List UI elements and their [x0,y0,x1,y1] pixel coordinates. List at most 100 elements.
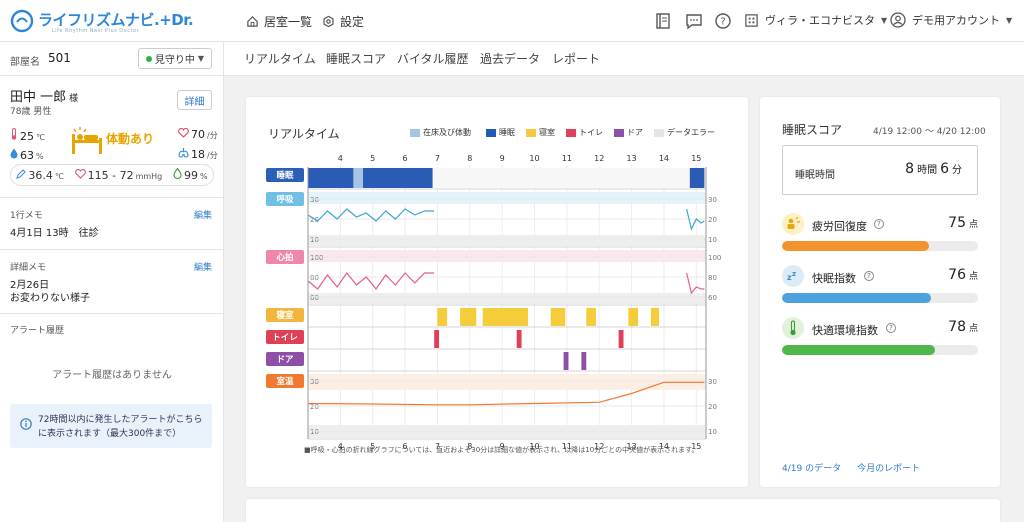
tab-sleep-score[interactable]: 睡眠スコア [326,50,386,67]
legend-bedroom-swatch [526,128,536,137]
door-bar [581,352,587,370]
score-environment: 快適環境指数 ? 78 点 [782,317,978,359]
link-day-data[interactable]: 4/19 のデータ [782,461,841,474]
respiration-band [308,235,706,246]
heart-rate-y-tick-right: 80 [708,274,717,282]
score-fatigue-value: 75 点 [948,215,978,231]
x-tick-top: 4 [338,154,343,163]
detail-memo-edit-link[interactable]: 編集 [194,260,212,273]
toilet-bar [434,330,440,348]
respiration-rate-value: 18 [191,148,205,161]
chat-icon[interactable] [685,12,703,30]
legend-toilet-swatch [566,128,576,137]
resident-sidebar: 部屋名 501 見守り中 ▼ 田中 一郎様 78歳 男性 詳細 25℃ 63% [0,42,224,522]
nav-settings-label: 設定 [340,15,365,29]
app-logo[interactable]: ライフリズムナビ.+Dr. Life Rhythm Navi Plus Doct… [10,7,194,37]
watch-status-label: 見守り中 [154,55,195,66]
respiration-rate: 18/分 [178,148,218,161]
spo2: 99% [173,168,208,182]
bedroom-bar [482,308,529,326]
bedroom-bar [460,308,477,326]
pen-icon [16,168,27,179]
score-sleep-comfort: zz 快眠指数 ? 76 点 [782,265,978,307]
room-row: 部屋名 501 見守り中 ▼ [0,42,224,76]
score-environment-value: 78 点 [948,319,978,335]
watch-status-dropdown[interactable]: 見守り中 ▼ [138,48,212,69]
detail-button[interactable]: 詳細 [177,90,212,110]
room-temperature-unit: ℃ [36,133,45,142]
thermometer-icon [782,317,804,339]
tab-report[interactable]: レポート [552,50,600,67]
legend-sleep-label: 睡眠 [499,128,515,137]
heart-rate-unit: /分 [207,131,218,140]
room-humidity-unit: % [36,152,44,161]
chevron-down-icon: ▼ [881,15,888,25]
x-tick-top: 5 [370,154,375,163]
status-dot [145,55,152,62]
one-line-memo: 1行メモ 編集 4月1日 13時 往診 [0,198,224,250]
respiration-y-tick-right: 20 [708,216,717,224]
score-sleep-comfort-unit: 点 [968,272,978,282]
app-name: ライフリズムナビ.+Dr. [38,11,194,29]
help-icon[interactable]: ? [714,12,732,30]
logo-icon [10,9,34,33]
info-icon [20,418,32,430]
help-icon[interactable]: ? [864,271,874,281]
room-temp-y-tick-left: 30 [310,378,319,386]
home-icon [247,16,258,27]
door-bar [563,352,569,370]
realtime-title: リアルタイム [268,127,340,141]
alert-info-text: 72時間以内に発生したアラートがこちら に表示されます（最大300件まで） [38,413,202,441]
score-environment-unit: 点 [968,324,978,334]
score-fatigue-name: 疲労回復度 [812,220,867,233]
memo-book-icon[interactable] [654,12,672,30]
spo2-unit: % [200,172,208,181]
svg-text:?: ? [720,17,725,28]
legend-bedroom-label: 寝室 [539,128,555,137]
room-temperature-value: 25 [20,130,34,143]
body-temperature: 36.4 ℃ [16,168,64,182]
score-environment-bar-fill [782,345,935,355]
honorific: 様 [69,94,79,104]
score-sleep-comfort-name: 快眠指数 [812,272,856,285]
row-tag-label: ドア [276,355,294,365]
heart-pulse-icon [74,168,86,179]
legend-sleep-swatch [486,128,496,137]
alert-history-empty: アラート履歴はありません [52,370,172,381]
detail-memo: 詳細メモ 編集 2月26日 お変わりない様子 [0,250,224,314]
building-icon [745,13,758,27]
chart-note: ■呼吸・心拍の折れ線グラフについては、直近およそ30分は詳細な値が表示され、以降… [304,446,699,454]
row-tag-label: トイレ [272,333,298,343]
help-icon[interactable]: ? [874,219,884,229]
sleep-bar [689,168,705,188]
row-tag-label: 呼吸 [276,194,294,205]
heart-rate-y-tick-left: 80 [310,274,319,282]
account-menu[interactable]: デモ用アカウント ▼ [890,12,1012,28]
heart-rate-value: 70 [191,128,205,141]
gear-icon [323,15,334,28]
room-temp-y-tick-right: 20 [708,403,717,411]
heart-rate-band [308,250,706,262]
x-tick-top: 12 [594,154,604,163]
sleep-score-links: 4/19 のデータ 今月のレポート [782,461,920,474]
detail-memo-date: 2月26日 [10,280,50,291]
facility-selector[interactable]: ヴィラ・エコナビスタ ▼ [744,12,887,28]
sleep-time-label: 睡眠時間 [795,170,835,181]
room-humidity-value: 63 [20,149,34,162]
nav-room-list[interactable]: 居室一覧 [246,13,312,30]
row-tag-label: 心拍 [276,252,293,263]
bedroom-bar [628,308,639,326]
tab-vital-history[interactable]: バイタル履歴 [397,50,469,67]
score-sleep-comfort-bar-fill [782,293,931,303]
help-icon[interactable]: ? [886,323,896,333]
respiration-band [308,192,706,204]
tab-past-data[interactable]: 過去データ [480,50,540,67]
legend-toilet: トイレ [566,127,603,138]
legend-door: ドア [614,127,643,138]
legend-bedroom: 寝室 [526,127,555,138]
one-line-memo-edit-link[interactable]: 編集 [194,208,212,221]
link-monthly-report[interactable]: 今月のレポート [857,461,920,474]
view-tabs: リアルタイム 睡眠スコア バイタル履歴 過去データ レポート [224,42,1024,76]
nav-settings[interactable]: 設定 [322,13,364,30]
tab-realtime[interactable]: リアルタイム [244,50,316,67]
